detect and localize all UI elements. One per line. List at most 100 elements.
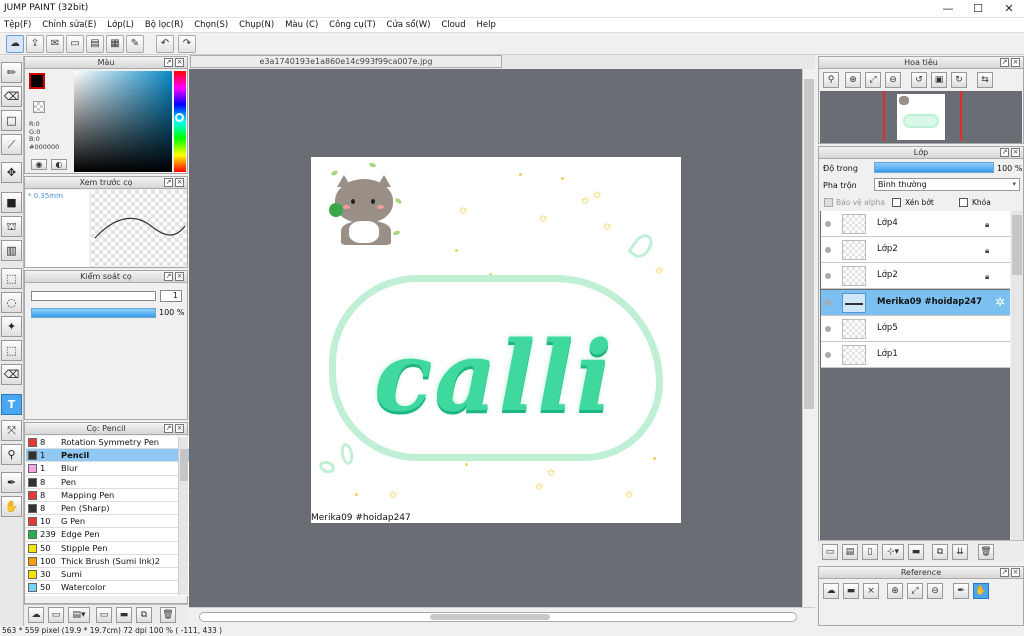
brush-menu-icon[interactable]: ▤▾ [68, 607, 90, 623]
canvas-horizontal-scrollbar[interactable] [189, 607, 815, 626]
rotate-left-icon[interactable]: ↺ [911, 72, 927, 88]
transparent-color-swatch[interactable] [33, 101, 45, 113]
brush-folder-icon[interactable]: ▬ [116, 607, 132, 623]
eyedropper-icon[interactable]: ◐ [51, 159, 67, 170]
operation-tool-icon[interactable]: ⤧ [1, 420, 22, 441]
brush-list-item[interactable]: 50 Stipple Pen [26, 542, 198, 555]
flip-icon[interactable]: ⇆ [977, 72, 993, 88]
layer-row[interactable]: Lớp4 🔒︎ [821, 211, 1010, 237]
menu-window[interactable]: Cửa sổ(W) [383, 18, 435, 33]
brush-list-item[interactable]: 10 G Pen [26, 515, 198, 529]
menu-capture[interactable]: Chụp(N) [235, 18, 278, 33]
horizontal-scroll-thumb[interactable] [430, 614, 550, 620]
document-canvas[interactable]: ✩ ✩ ✩ ✩ ✩ ✩ ✩ ✩ ✩ ✩ ✩ ✩ calli Merika09 #… [311, 157, 681, 523]
select-pen-tool-icon[interactable]: ⬚ [1, 340, 22, 361]
document-tab[interactable]: e3a1740193e1a860e14c993f99ca007e.jpg [190, 55, 502, 68]
rectangle-tool-icon[interactable]: □ [1, 110, 22, 131]
move-tool-icon[interactable]: ✥ [1, 162, 22, 183]
foreground-color-swatch[interactable] [29, 73, 45, 89]
layer-visibility-icon[interactable] [825, 273, 831, 280]
reference-open-icon[interactable]: ▬ [843, 583, 859, 599]
layer-visibility-icon[interactable] [825, 247, 831, 254]
blend-mode-select[interactable]: Bình thường ▾ [874, 178, 1020, 191]
brush-list-item[interactable]: 1Pencil✲ [26, 449, 198, 463]
eyedropper-tool-icon[interactable]: ⚲ [1, 444, 22, 465]
lock-icon[interactable]: 🔒︎ [985, 246, 989, 256]
panel-popout-icon[interactable]: ↗ [164, 424, 173, 433]
layer-visibility-icon[interactable] [825, 221, 831, 227]
brush-list-item[interactable]: 8 Mapping Pen [26, 489, 198, 502]
saturation-value-picker[interactable] [74, 71, 172, 172]
fit-icon[interactable]: ⤢ [865, 72, 881, 88]
new-raster-layer-icon[interactable]: ▤ [842, 544, 858, 560]
brush-list-item[interactable]: 30 Sumi [26, 568, 198, 582]
menu-color[interactable]: Màu (C) [281, 18, 322, 33]
document-icon[interactable]: ▤ [86, 35, 104, 53]
brush-doc-icon[interactable]: ▭ [96, 607, 112, 623]
zoom-out-icon[interactable]: ⊖ [885, 72, 901, 88]
fill-rect-tool-icon[interactable]: ■ [1, 192, 22, 213]
panel-popout-icon[interactable]: ↗ [164, 178, 173, 187]
duplicate-layer-icon[interactable]: ⧉ [932, 544, 948, 560]
layer-scroll-thumb[interactable] [1012, 215, 1022, 275]
brush-size-slider[interactable] [31, 291, 156, 301]
brush-cloud-icon[interactable]: ☁ [28, 607, 44, 623]
brush-list-item[interactable]: 100 Thick Brush (Sumi Ink)2 [26, 555, 198, 568]
layer-visibility-icon[interactable] [825, 352, 831, 358]
vertical-scroll-thumb[interactable] [804, 79, 814, 409]
brush-delete-icon[interactable]: 🗑 [160, 607, 176, 623]
hue-handle[interactable] [175, 113, 184, 122]
line-tool-icon[interactable]: ⟋ [1, 134, 22, 155]
panel-popout-icon[interactable]: ↗ [164, 272, 173, 281]
gear-icon[interactable]: ✲ [995, 295, 1005, 309]
menu-edit[interactable]: Chỉnh sửa(E) [38, 18, 100, 33]
menu-cloud[interactable]: Cloud [437, 18, 469, 33]
eraser-tool-icon[interactable]: ⌫ [1, 86, 22, 107]
reference-close-icon[interactable]: × [863, 583, 879, 599]
lock-checkbox[interactable] [959, 198, 968, 207]
brush-copy-icon[interactable]: ⧉ [136, 607, 152, 623]
brush-size-input[interactable]: 1 [160, 290, 182, 302]
menu-help[interactable]: Help [472, 18, 499, 33]
layer-opacity-slider[interactable] [874, 162, 994, 173]
brush-list-item[interactable]: 1 Blur [26, 462, 198, 476]
pen-tool-icon[interactable]: ✒ [1, 472, 22, 493]
layer-row[interactable]: Lớp5 [821, 315, 1010, 342]
menu-select[interactable]: Chọn(S) [190, 18, 232, 33]
layer-row[interactable]: Merika09 #hoidap247 ✲ [821, 289, 1010, 316]
close-button[interactable]: ✕ [994, 1, 1024, 17]
cloud-icon[interactable]: ☁ [6, 35, 24, 53]
magic-wand-tool-icon[interactable]: ✦ [1, 316, 22, 337]
lock-icon[interactable]: 🔒︎ [985, 272, 989, 282]
rotate-right-icon[interactable]: ↻ [951, 72, 967, 88]
panel-close-icon[interactable]: × [1011, 568, 1020, 577]
select-rect-tool-icon[interactable]: ⬚ [1, 268, 22, 289]
reference-eyedropper-icon[interactable]: ✒ [953, 583, 969, 599]
brush-list-scrollbar[interactable] [178, 437, 188, 595]
layer-row[interactable]: Lớp1 [821, 342, 1010, 368]
layer-row[interactable]: Lớp2 🔒︎ [821, 263, 1010, 290]
layer-row[interactable]: Lớp2 🔒︎ [821, 237, 1010, 264]
canvas-vertical-scrollbar[interactable] [802, 69, 815, 607]
zoom-icon[interactable]: ⚲ [823, 72, 839, 88]
layer-visibility-icon[interactable] [825, 299, 831, 306]
brush-list-item[interactable]: 8 Pen (Sharp) [26, 502, 198, 516]
panel-popout-icon[interactable]: ↗ [1000, 568, 1009, 577]
panel-close-icon[interactable]: × [1011, 58, 1020, 67]
panel-close-icon[interactable]: × [175, 58, 184, 67]
layer-folder-icon[interactable]: ▬ [908, 544, 924, 560]
maximize-button[interactable]: ☐ [963, 1, 993, 17]
alpha-protect-checkbox[interactable] [824, 198, 833, 207]
lock-icon[interactable]: 🔒︎ [985, 220, 989, 230]
brush-list-item[interactable]: 239 Edge Pen [26, 528, 198, 542]
navigator-preview[interactable] [820, 91, 1022, 143]
menu-layer[interactable]: Lớp(L) [103, 18, 138, 33]
merge-layer-icon[interactable]: ⇊ [952, 544, 968, 560]
clip-checkbox[interactable] [892, 198, 901, 207]
brush-list-item[interactable]: 8 Rotation Symmetry Pen [26, 436, 198, 450]
zoom-in-icon[interactable]: ⊕ [845, 72, 861, 88]
panel-close-icon[interactable]: × [175, 272, 184, 281]
reference-zoom-out-icon[interactable]: ⊖ [927, 583, 943, 599]
comment-icon[interactable]: ▭ [66, 35, 84, 53]
brush-list-item[interactable]: 50 Watercolor [26, 581, 198, 595]
